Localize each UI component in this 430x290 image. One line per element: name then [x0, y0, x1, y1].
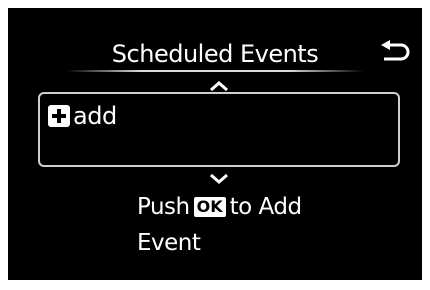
hint-suffix: to Add [229, 194, 302, 220]
events-list: add [38, 92, 400, 167]
hint-line-1: Push OK to Add [137, 191, 302, 223]
back-arrow-icon[interactable] [378, 40, 412, 66]
ok-button-badge: OK [193, 197, 226, 217]
page-title: Scheduled Events [111, 40, 319, 68]
hint-line-2: Event [137, 230, 201, 256]
camera-screen: Scheduled Events add Push OK to Add Even… [8, 8, 422, 280]
chevron-up-icon[interactable] [208, 79, 230, 93]
list-item-label: add [73, 102, 117, 130]
title-divider [66, 70, 364, 72]
plus-icon [48, 105, 70, 127]
hint-prefix: Push [137, 194, 190, 220]
chevron-down-icon[interactable] [208, 172, 230, 186]
list-item-add[interactable]: add [48, 101, 117, 131]
